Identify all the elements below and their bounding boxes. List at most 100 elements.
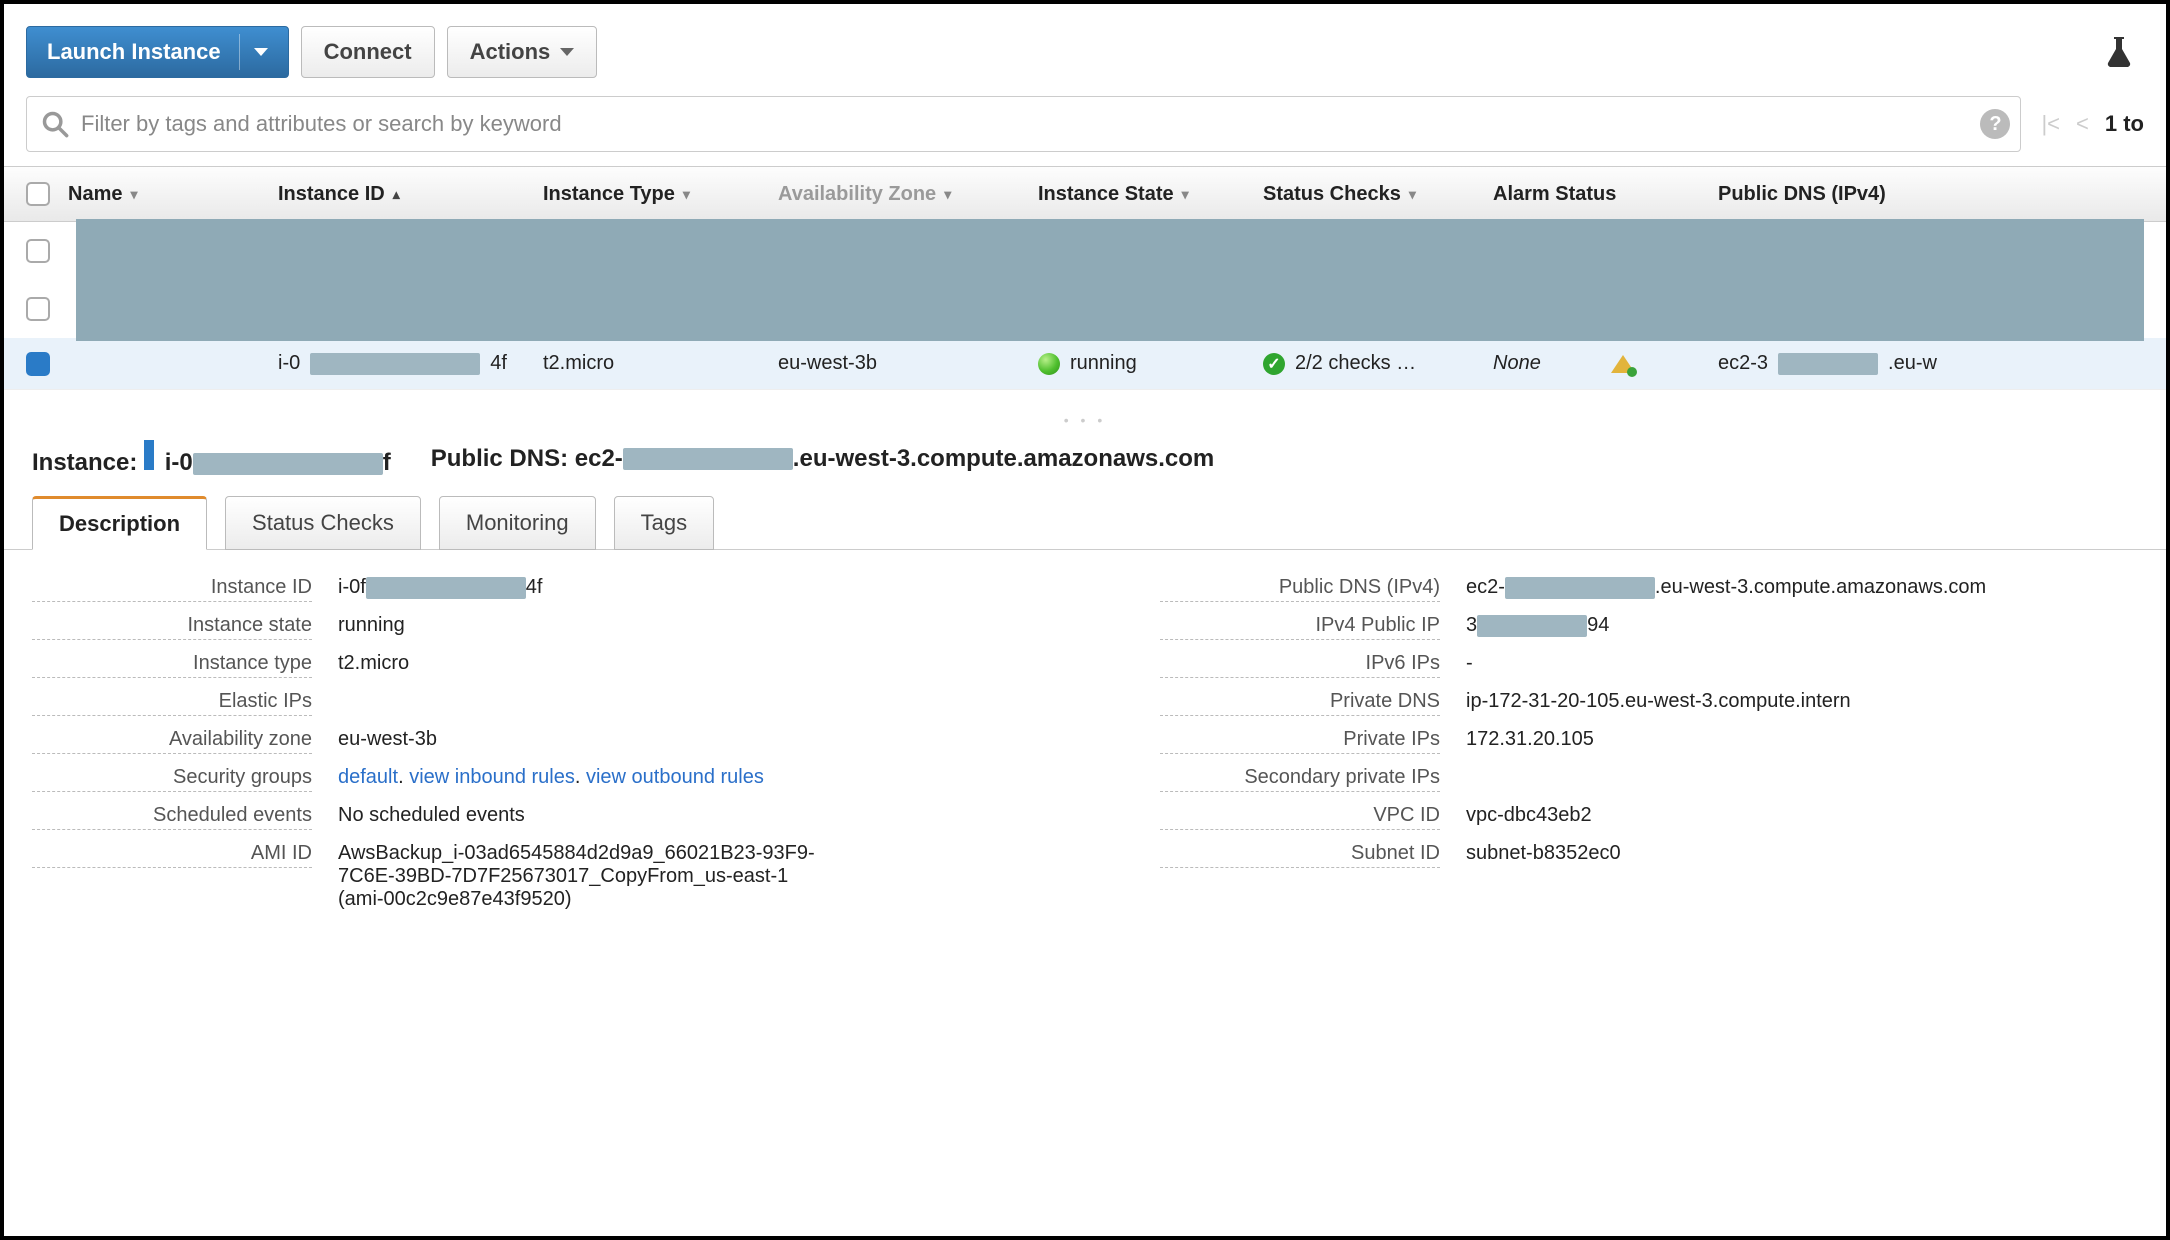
security-group-default-link[interactable]: default (338, 766, 398, 788)
cell-instance-state: running (1038, 352, 1263, 375)
dns-suffix: .eu-west-3.compute.amazonaws.com (793, 445, 1214, 472)
alarm-text: None (1493, 352, 1541, 375)
table-row[interactable] (4, 222, 2166, 280)
connect-button[interactable]: Connect (301, 26, 435, 78)
iid-prefix: i-0f (338, 576, 366, 598)
dns-prefix: ec2-3 (1718, 352, 1768, 375)
redacted-text (310, 353, 480, 375)
v-subnet-id[interactable]: subnet-b8352ec0 (1466, 842, 2138, 865)
v-private-ips: 172.31.20.105 (1466, 728, 2138, 751)
dns-suffix: .eu-w (1888, 352, 1937, 375)
th-az-label: Availability Zone (778, 183, 936, 206)
description-panel: Instance ID i-0f4f Instance state runnin… (4, 550, 2166, 963)
sort-icon: ▾ (130, 186, 137, 203)
help-icon[interactable]: ? (1980, 109, 2010, 139)
v-instance-type: t2.micro (338, 652, 1010, 675)
pager-first-icon[interactable]: |< (2041, 111, 2060, 137)
launch-instance-label: Launch Instance (47, 39, 221, 65)
v-ipv4-public: 3 94 (1466, 614, 2138, 637)
view-outbound-rules-link[interactable]: view outbound rules (586, 766, 764, 788)
kv-col-left: Instance ID i-0f4f Instance state runnin… (32, 576, 1010, 923)
k-instance-type: Instance type (32, 652, 312, 678)
row-checkbox[interactable] (26, 239, 50, 263)
actions-label: Actions (470, 39, 551, 65)
row-checkbox[interactable] (26, 297, 50, 321)
k-elastic-ips: Elastic IPs (32, 690, 312, 716)
alarm-bell-icon[interactable] (1611, 355, 1635, 373)
th-alarm-status[interactable]: Alarm Status (1493, 183, 1718, 206)
cell-availability-zone: eu-west-3b (778, 352, 1038, 375)
ip-suffix: 94 (1587, 614, 1609, 636)
th-instance-id[interactable]: Instance ID ▴ (278, 183, 543, 206)
sort-icon: ▾ (1409, 186, 1416, 203)
k-ipv4-public: IPv4 Public IP (1160, 614, 1440, 640)
iid-suffix: 4f (490, 352, 507, 375)
kv-col-right: Public DNS (IPv4) ec2- .eu-west-3.compute… (1160, 576, 2138, 923)
state-text: running (1070, 352, 1137, 375)
v-instance-state: running (338, 614, 1010, 637)
filter-box[interactable]: ? (26, 96, 2021, 152)
cursor-bar (144, 440, 154, 470)
row-checkbox[interactable] (26, 352, 50, 376)
th-status-checks[interactable]: Status Checks ▾ (1263, 183, 1493, 206)
v-public-dns: ec2- .eu-west-3.compute.amazonaws.com (1466, 576, 2138, 599)
dns-prefix: ec2- (1466, 576, 1505, 598)
select-all-checkbox[interactable] (26, 182, 50, 206)
dns-suffix: .eu-west-3.compute.amazonaws.com (1655, 576, 1986, 598)
splitter-handle[interactable]: • • • (4, 412, 2166, 428)
th-name[interactable]: Name ▾ (68, 183, 278, 206)
actions-button[interactable]: Actions (447, 26, 598, 78)
dns-prefix: ec2- (575, 445, 623, 472)
k-vpc-id: VPC ID (1160, 804, 1440, 830)
v-ami-id[interactable]: AwsBackup_i-03ad6545884d2d9a9_66021B23-9… (338, 842, 838, 911)
cell-status-checks: ✓ 2/2 checks … (1263, 352, 1493, 375)
filter-input[interactable] (79, 97, 1980, 151)
tab-tags[interactable]: Tags (614, 496, 714, 550)
running-icon (1038, 353, 1060, 375)
table-body: i-04f t2.micro eu-west-3b running ✓ 2/2 … (4, 222, 2166, 390)
th-availability-zone[interactable]: Availability Zone ▾ (778, 183, 1038, 206)
th-alarm-label: Alarm Status (1493, 183, 1616, 206)
tab-status-checks[interactable]: Status Checks (225, 496, 421, 550)
instance-prefix: i-0 (165, 449, 193, 476)
sort-icon: ▾ (1182, 186, 1189, 203)
th-public-dns[interactable]: Public DNS (IPv4) (1718, 183, 1968, 206)
cell-public-dns: ec2-3 .eu-w (1718, 352, 1968, 375)
pager-prev-icon[interactable]: < (2076, 111, 2089, 137)
k-instance-state: Instance state (32, 614, 312, 640)
v-ipv6: - (1466, 652, 2138, 675)
table-header: Name ▾ Instance ID ▴ Instance Type ▾ Ava… (4, 166, 2166, 222)
v-scheduled-events[interactable]: No scheduled events (338, 804, 1010, 827)
check-icon: ✓ (1263, 353, 1285, 375)
v-vpc-id[interactable]: vpc-dbc43eb2 (1466, 804, 2138, 827)
status-text: 2/2 checks … (1295, 352, 1416, 375)
k-ipv6: IPv6 IPs (1160, 652, 1440, 678)
cell-instance-type: t2.micro (543, 352, 778, 375)
table-row[interactable] (4, 280, 2166, 338)
th-instance-type[interactable]: Instance Type ▾ (543, 183, 778, 206)
public-dns-summary: Public DNS: ec2-.eu-west-3.compute.amazo… (431, 445, 1215, 473)
tab-description[interactable]: Description (32, 496, 207, 550)
details-header: Instance: i-0f Public DNS: ec2-.eu-west-… (4, 430, 2166, 495)
redacted-text (623, 448, 793, 470)
th-state-label: Instance State (1038, 183, 1174, 206)
sort-icon: ▾ (683, 186, 690, 203)
launch-instance-button[interactable]: Launch Instance (26, 26, 289, 78)
instance-suffix: f (383, 449, 391, 476)
tab-monitoring[interactable]: Monitoring (439, 496, 596, 550)
k-private-ips: Private IPs (1160, 728, 1440, 754)
k-ami-id: AMI ID (32, 842, 312, 868)
instance-summary: Instance: i-0f (32, 440, 391, 477)
v-private-dns: ip-172-31-20-105.eu-west-3.compute.inter… (1466, 690, 2138, 713)
redacted-row (76, 219, 2144, 283)
redacted-text (193, 453, 383, 475)
view-inbound-rules-link[interactable]: view inbound rules (409, 766, 575, 788)
th-instance-state[interactable]: Instance State ▾ (1038, 183, 1263, 206)
ip-prefix: 3 (1466, 614, 1477, 636)
caret-down-icon (560, 48, 574, 56)
table-row[interactable]: i-04f t2.micro eu-west-3b running ✓ 2/2 … (4, 338, 2166, 390)
k-instance-id: Instance ID (32, 576, 312, 602)
separator (239, 34, 240, 70)
redacted-text (1477, 615, 1587, 637)
k-public-dns: Public DNS (IPv4) (1160, 576, 1440, 602)
